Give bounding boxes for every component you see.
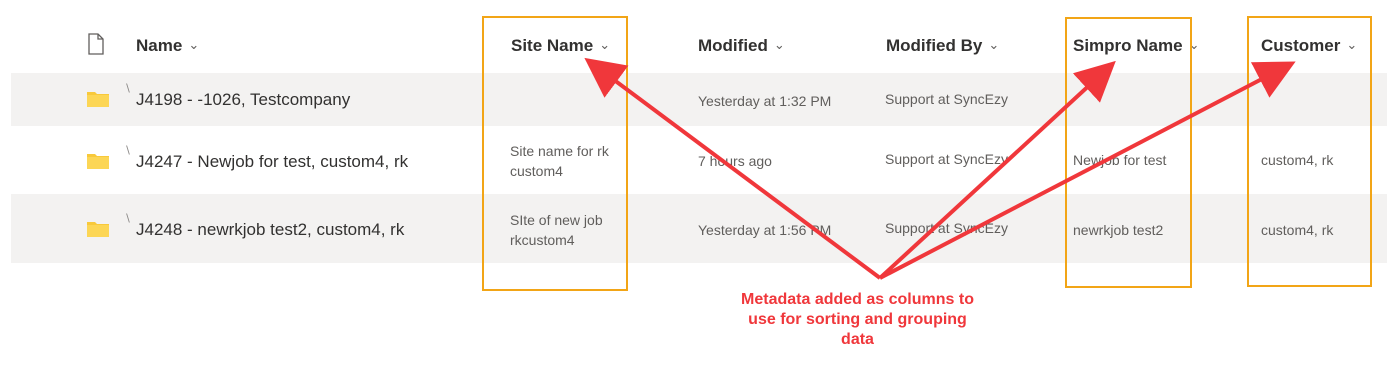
annotation-line: use for sorting and grouping <box>748 311 967 328</box>
arrow-to-site-name <box>584 57 882 280</box>
annotation-line: Metadata added as columns to <box>741 291 974 308</box>
annotation-text: Metadata added as columns to use for sor… <box>700 290 1015 350</box>
annotation-arrows <box>584 57 1296 280</box>
arrow-to-simpro-name <box>878 60 1116 280</box>
arrow-to-customer <box>879 61 1296 280</box>
annotation-line: data <box>841 331 874 348</box>
